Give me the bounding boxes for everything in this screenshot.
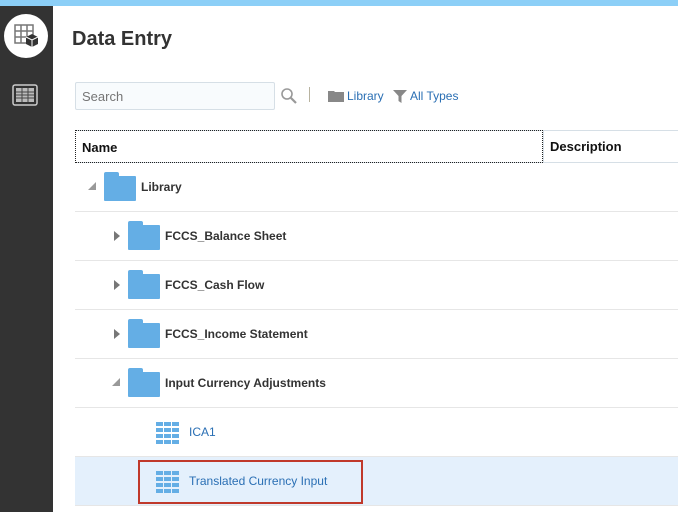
- filter-types-button[interactable]: All Types: [393, 89, 458, 103]
- search-icon[interactable]: [280, 87, 298, 105]
- table-row[interactable]: Input Currency Adjustments: [75, 359, 678, 408]
- page-title: Data Entry: [72, 28, 173, 50]
- folder-icon: [128, 368, 160, 397]
- table-row[interactable]: FCCS_Cash Flow: [75, 261, 678, 310]
- table-row[interactable]: FCCS_Balance Sheet: [75, 212, 678, 261]
- expand-toggle-icon[interactable]: [114, 231, 120, 241]
- highlight-box: [138, 460, 363, 504]
- expand-toggle-icon[interactable]: [114, 280, 120, 290]
- expand-toggle-icon[interactable]: [114, 329, 120, 339]
- table-row[interactable]: ICA1: [75, 408, 678, 457]
- table-header: Name Description: [75, 130, 678, 163]
- row-label: FCCS_Cash Flow: [165, 278, 265, 292]
- column-header-name[interactable]: Name: [75, 130, 543, 163]
- row-label: Library: [141, 180, 182, 194]
- grid-cube-icon: [14, 24, 39, 47]
- folder-icon: [328, 91, 344, 102]
- types-label: All Types: [410, 89, 459, 103]
- search-input[interactable]: [75, 82, 275, 110]
- folder-icon: [104, 172, 136, 201]
- filter-icon: [393, 89, 407, 103]
- sidebar: [0, 6, 53, 512]
- folder-icon: [128, 221, 160, 250]
- row-label: FCCS_Balance Sheet: [165, 229, 287, 243]
- data-entry-home-button[interactable]: [4, 14, 48, 58]
- table-row-selected[interactable]: Translated Currency Input: [75, 457, 678, 506]
- collapse-toggle-icon[interactable]: [88, 182, 96, 190]
- table-row[interactable]: FCCS_Income Statement: [75, 310, 678, 359]
- toolbar-divider: [309, 87, 310, 102]
- folder-icon: [128, 319, 160, 348]
- top-accent-bar: [0, 0, 678, 6]
- collapse-toggle-icon[interactable]: [112, 378, 120, 386]
- folder-icon: [128, 270, 160, 299]
- form-link[interactable]: ICA1: [189, 425, 216, 439]
- library-button[interactable]: Library: [328, 89, 384, 103]
- table-row[interactable]: Library: [75, 163, 678, 212]
- column-header-description[interactable]: Description: [543, 131, 628, 162]
- row-label: Input Currency Adjustments: [165, 376, 326, 390]
- form-grid-icon: [156, 422, 179, 444]
- library-label: Library: [347, 89, 384, 103]
- row-label: FCCS_Income Statement: [165, 327, 308, 341]
- forms-nav-button[interactable]: [12, 84, 38, 111]
- form-list-icon: [12, 84, 38, 106]
